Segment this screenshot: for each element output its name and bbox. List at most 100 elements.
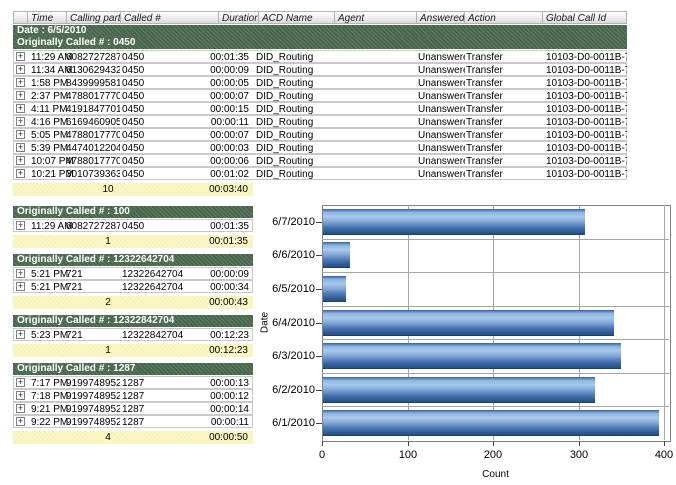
cell-calling: 8439999581	[66, 78, 120, 89]
column-header-called[interactable]: Called #	[120, 11, 219, 24]
group-header-band: Originally Called # : 0450	[13, 37, 627, 49]
group-summary-row: 1000:03:40	[13, 183, 253, 196]
cell-action: Transfer	[466, 104, 544, 115]
chart-bar	[323, 209, 585, 235]
group-header-band: Originally Called # : 12322842704	[13, 315, 253, 327]
table-row: +11:29 AM6082727287045000:01:35DID_Routi…	[13, 50, 627, 63]
chart-bar	[323, 310, 614, 336]
table-row: +11:34 AM6130629432045000:00:09DID_Routi…	[13, 63, 627, 76]
expand-row-button[interactable]: +	[16, 221, 25, 230]
table-row: +7:18 PM9199748952128700:00:12	[13, 389, 253, 402]
date-group-band: Date : 6/5/2010	[13, 25, 627, 37]
expand-row-button[interactable]: +	[16, 404, 25, 413]
column-header-global-call-id[interactable]: Global Call Id	[542, 11, 627, 24]
cell-action: Transfer	[466, 169, 544, 180]
column-header-duration[interactable]: Duration	[218, 11, 259, 24]
cell-calling: 4788017770	[66, 130, 120, 141]
cell-global: 10103-D0-0011B-772	[546, 104, 627, 115]
cell-answered: Unanswered	[418, 104, 465, 115]
cell-calling: 3010739363	[66, 169, 120, 180]
cell-calling: 721	[66, 330, 120, 341]
cell-answered: Unanswered	[418, 156, 465, 167]
column-header-time[interactable]: Time	[27, 11, 67, 24]
cell-answered: Unanswered	[418, 117, 465, 128]
group-summary-row: 400:00:50	[13, 431, 253, 444]
cell-duration: 00:00:09	[174, 65, 249, 76]
chart-x-axis-tick	[408, 441, 409, 446]
cell-answered: Unanswered	[418, 52, 465, 63]
expand-row-button[interactable]: +	[16, 330, 25, 339]
cell-duration: 00:00:15	[174, 104, 249, 115]
cell-calling: 4788017770	[66, 91, 120, 102]
cell-action: Transfer	[466, 78, 544, 89]
chart-bar	[323, 242, 350, 268]
chart-category-label: 6/7/2010	[258, 216, 315, 228]
chart-gridline-horizontal	[322, 339, 669, 340]
expand-row-button[interactable]: +	[16, 417, 25, 426]
chart-y-axis-tick	[316, 390, 322, 391]
expand-row-button[interactable]: +	[16, 117, 25, 126]
cell-duration: 00:12:23	[174, 330, 249, 341]
expand-row-button[interactable]: +	[16, 104, 25, 113]
chart-gridline-horizontal	[322, 239, 669, 240]
table-row: +9:22 PM9199748952128700:00:11	[13, 415, 253, 428]
expand-row-button[interactable]: +	[16, 269, 25, 278]
table-row: +9:21 PM9199748952128700:00:14	[13, 402, 253, 415]
cell-duration: 00:00:07	[174, 91, 249, 102]
table-row: +5:21 PM7211232264270400:00:34	[13, 280, 253, 293]
table-row: +5:05 PM4788017770045000:00:07DID_Routin…	[13, 128, 627, 141]
table-row: +1:58 PM8439999581045000:00:05DID_Routin…	[13, 76, 627, 89]
expand-row-button[interactable]: +	[16, 91, 25, 100]
expand-row-button[interactable]: +	[16, 143, 25, 152]
cell-acd: DID_Routing	[256, 104, 334, 115]
chart-gridline-horizontal	[322, 373, 669, 374]
cell-duration: 00:00:07	[174, 130, 249, 141]
cell-calling: 9199748952	[66, 391, 120, 402]
cell-answered: Unanswered	[418, 91, 465, 102]
group-header-band: Originally Called # : 12322642704	[13, 254, 253, 266]
expand-row-button[interactable]: +	[16, 156, 25, 165]
column-header-answered[interactable]: Answered	[416, 11, 465, 24]
expand-row-button[interactable]: +	[16, 378, 25, 387]
expand-row-button[interactable]: +	[16, 169, 25, 178]
table-row: +5:39 PM4474012204045000:00:03DID_Routin…	[13, 141, 627, 154]
cell-calling: 9199748952	[66, 417, 120, 428]
cell-global: 10103-D0-0011B-770	[546, 78, 627, 89]
cell-answered: Unanswered	[418, 130, 465, 141]
summary-duration: 00:01:35	[173, 236, 248, 247]
cell-answered: Unanswered	[418, 169, 465, 180]
cell-calling: 4788017770	[66, 156, 120, 167]
cell-action: Transfer	[466, 143, 544, 154]
expand-row-button[interactable]: +	[16, 130, 25, 139]
cell-duration: 00:00:11	[174, 417, 249, 428]
summary-count: 1	[93, 345, 123, 356]
cell-global: 10103-D0-0011B-774	[546, 130, 627, 141]
expand-row-button[interactable]: +	[16, 78, 25, 87]
cell-duration: 00:00:14	[174, 404, 249, 415]
expand-row-button[interactable]: +	[16, 391, 25, 400]
summary-count: 2	[93, 297, 123, 308]
cell-global: 10103-D0-0011B-76F	[546, 65, 627, 76]
cell-global: 10103-D0-0011B-771	[546, 91, 627, 102]
chart-x-tick-label: 200	[473, 449, 513, 461]
cell-calling: 6082727287	[66, 52, 120, 63]
column-header-acd-name[interactable]: ACD Name	[258, 11, 335, 24]
column-header-calling-party[interactable]: Calling party #	[66, 11, 121, 24]
table-row: +5:23 PM7211232284270400:12:23	[13, 328, 253, 341]
chart-x-tick-label: 300	[559, 449, 599, 461]
summary-count: 1	[93, 236, 123, 247]
chart-y-axis-tick	[316, 356, 322, 357]
expand-row-button[interactable]: +	[16, 65, 25, 74]
table-row: +11:29 AM6082727287045000:01:35	[13, 219, 253, 232]
column-header-agent[interactable]: Agent	[334, 11, 417, 24]
cell-global: 10103-D0-0011B-77E	[546, 156, 627, 167]
chart-x-tick-label: 100	[388, 449, 428, 461]
column-header-expander[interactable]	[13, 11, 28, 24]
expand-row-button[interactable]: +	[16, 52, 25, 61]
cell-calling: 9199748952	[66, 378, 120, 389]
cell-calling: 6130629432	[66, 65, 120, 76]
cell-global: 10103-D0-0011B-778	[546, 143, 627, 154]
column-header-action[interactable]: Action	[464, 11, 543, 24]
chart-bar	[323, 343, 621, 369]
expand-row-button[interactable]: +	[16, 282, 25, 291]
